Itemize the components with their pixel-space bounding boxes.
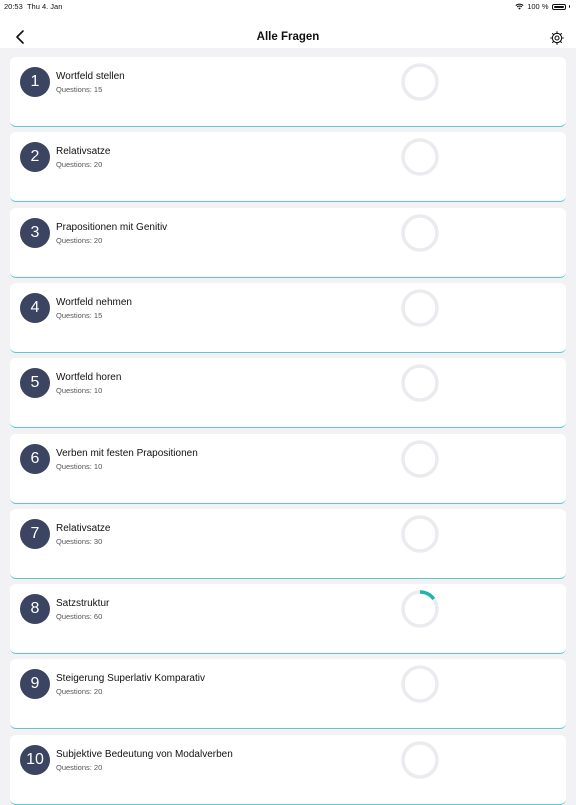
progress-ring-track <box>401 364 439 402</box>
question-count: Questions: 20 <box>56 687 103 697</box>
status-indicators: 100 % <box>515 2 570 11</box>
progress-ring <box>401 515 439 553</box>
progress-ring-track <box>401 63 439 101</box>
question-set-card[interactable]: 2 Relativsatze Questions: 20 <box>10 132 566 203</box>
question-set-title: Relativsatze <box>56 146 111 158</box>
progress-ring <box>401 138 439 177</box>
question-set-title: Wortfeld stellen <box>56 71 125 82</box>
question-set-card[interactable]: 7 Relativsatze Questions: 30 <box>10 508 566 579</box>
question-count: Questions: 30 <box>56 536 103 546</box>
question-count: Questions: 20 <box>56 235 103 245</box>
question-set-title: Steigerung Superlativ Komparativ <box>56 673 205 685</box>
progress-ring <box>401 289 439 327</box>
progress-ring-track <box>401 740 439 779</box>
question-count: Questions: 10 <box>56 386 103 396</box>
progress-ring <box>401 63 439 101</box>
question-set-title: Verben mit festen Prapositionen <box>56 447 198 459</box>
question-set-title: Relativsatze <box>56 522 111 534</box>
progress-ring-track <box>401 138 439 177</box>
page-title: Alle Fragen <box>256 31 320 43</box>
battery-percentage: 100 % <box>527 2 549 11</box>
progress-ring-track <box>401 439 439 478</box>
number-badge: 2 <box>20 142 50 173</box>
progress-ring <box>401 364 439 402</box>
number-badge: 1 <box>20 67 50 97</box>
question-count: Questions: 60 <box>56 612 103 622</box>
progress-ring-track <box>401 665 439 704</box>
number-badge: 5 <box>20 368 50 399</box>
question-set-card[interactable]: 1 Wortfeld stellen Questions: 15 <box>10 57 566 127</box>
number-badge: 10 <box>20 744 50 775</box>
progress-ring-track <box>401 213 439 252</box>
question-set-card[interactable]: 3 Prapositionen mit Genitiv Questions: 20 <box>10 207 566 278</box>
progress-ring <box>401 740 439 779</box>
question-count: Questions: 15 <box>56 310 103 320</box>
progress-ring <box>401 665 439 704</box>
number-badge: 4 <box>20 292 50 323</box>
question-count: Questions: 20 <box>56 762 103 772</box>
progress-ring <box>401 213 439 252</box>
navigation-bar: Alle Fragen <box>0 14 576 48</box>
gear-icon[interactable] <box>549 30 565 46</box>
number-badge: 6 <box>20 443 50 474</box>
status-time-date: 20:53 Thu 4. Jan <box>4 2 62 11</box>
progress-ring-track <box>401 289 439 327</box>
question-set-title: Subjektive Bedeutung von Modalverben <box>56 748 233 760</box>
wifi-icon <box>515 3 524 10</box>
question-set-card[interactable]: 10 Subjektive Bedeutung von Modalverben Qu… <box>10 734 566 805</box>
number-badge: 7 <box>20 518 50 549</box>
number-badge: 8 <box>20 594 50 625</box>
question-count: Questions: 20 <box>56 160 103 170</box>
battery-cap <box>568 5 570 8</box>
question-set-card[interactable]: 8 Satzstruktur Questions: 60 <box>10 584 566 655</box>
status-date: Thu 4. Jan <box>26 2 63 11</box>
question-set-title: Wortfeld nehmen <box>56 296 132 308</box>
question-set-title: Prapositionen mit Genitiv <box>56 221 168 233</box>
battery-icon <box>551 3 566 10</box>
progress-ring <box>401 439 439 478</box>
question-set-card[interactable]: 9 Steigerung Superlativ Komparativ Questio… <box>10 659 566 730</box>
question-set-title: Wortfeld horen <box>56 372 122 384</box>
question-count: Questions: 10 <box>56 461 103 471</box>
number-badge: 9 <box>20 669 50 700</box>
question-set-card[interactable]: 6 Verben mit festen Prapositionen Question… <box>10 433 566 504</box>
question-set-title: Satzstruktur <box>56 598 110 610</box>
status-bar: 20:53 Thu 4. Jan 100 % <box>0 0 576 14</box>
question-count: Questions: 15 <box>56 85 103 94</box>
progress-ring-track <box>401 515 439 553</box>
progress-ring <box>401 590 439 628</box>
question-set-card[interactable]: 4 Wortfeld nehmen Questions: 15 <box>10 282 566 353</box>
status-time: 20:53 <box>4 2 23 11</box>
question-set-card[interactable]: 5 Wortfeld horen Questions: 10 <box>10 358 566 429</box>
number-badge: 3 <box>20 217 50 248</box>
